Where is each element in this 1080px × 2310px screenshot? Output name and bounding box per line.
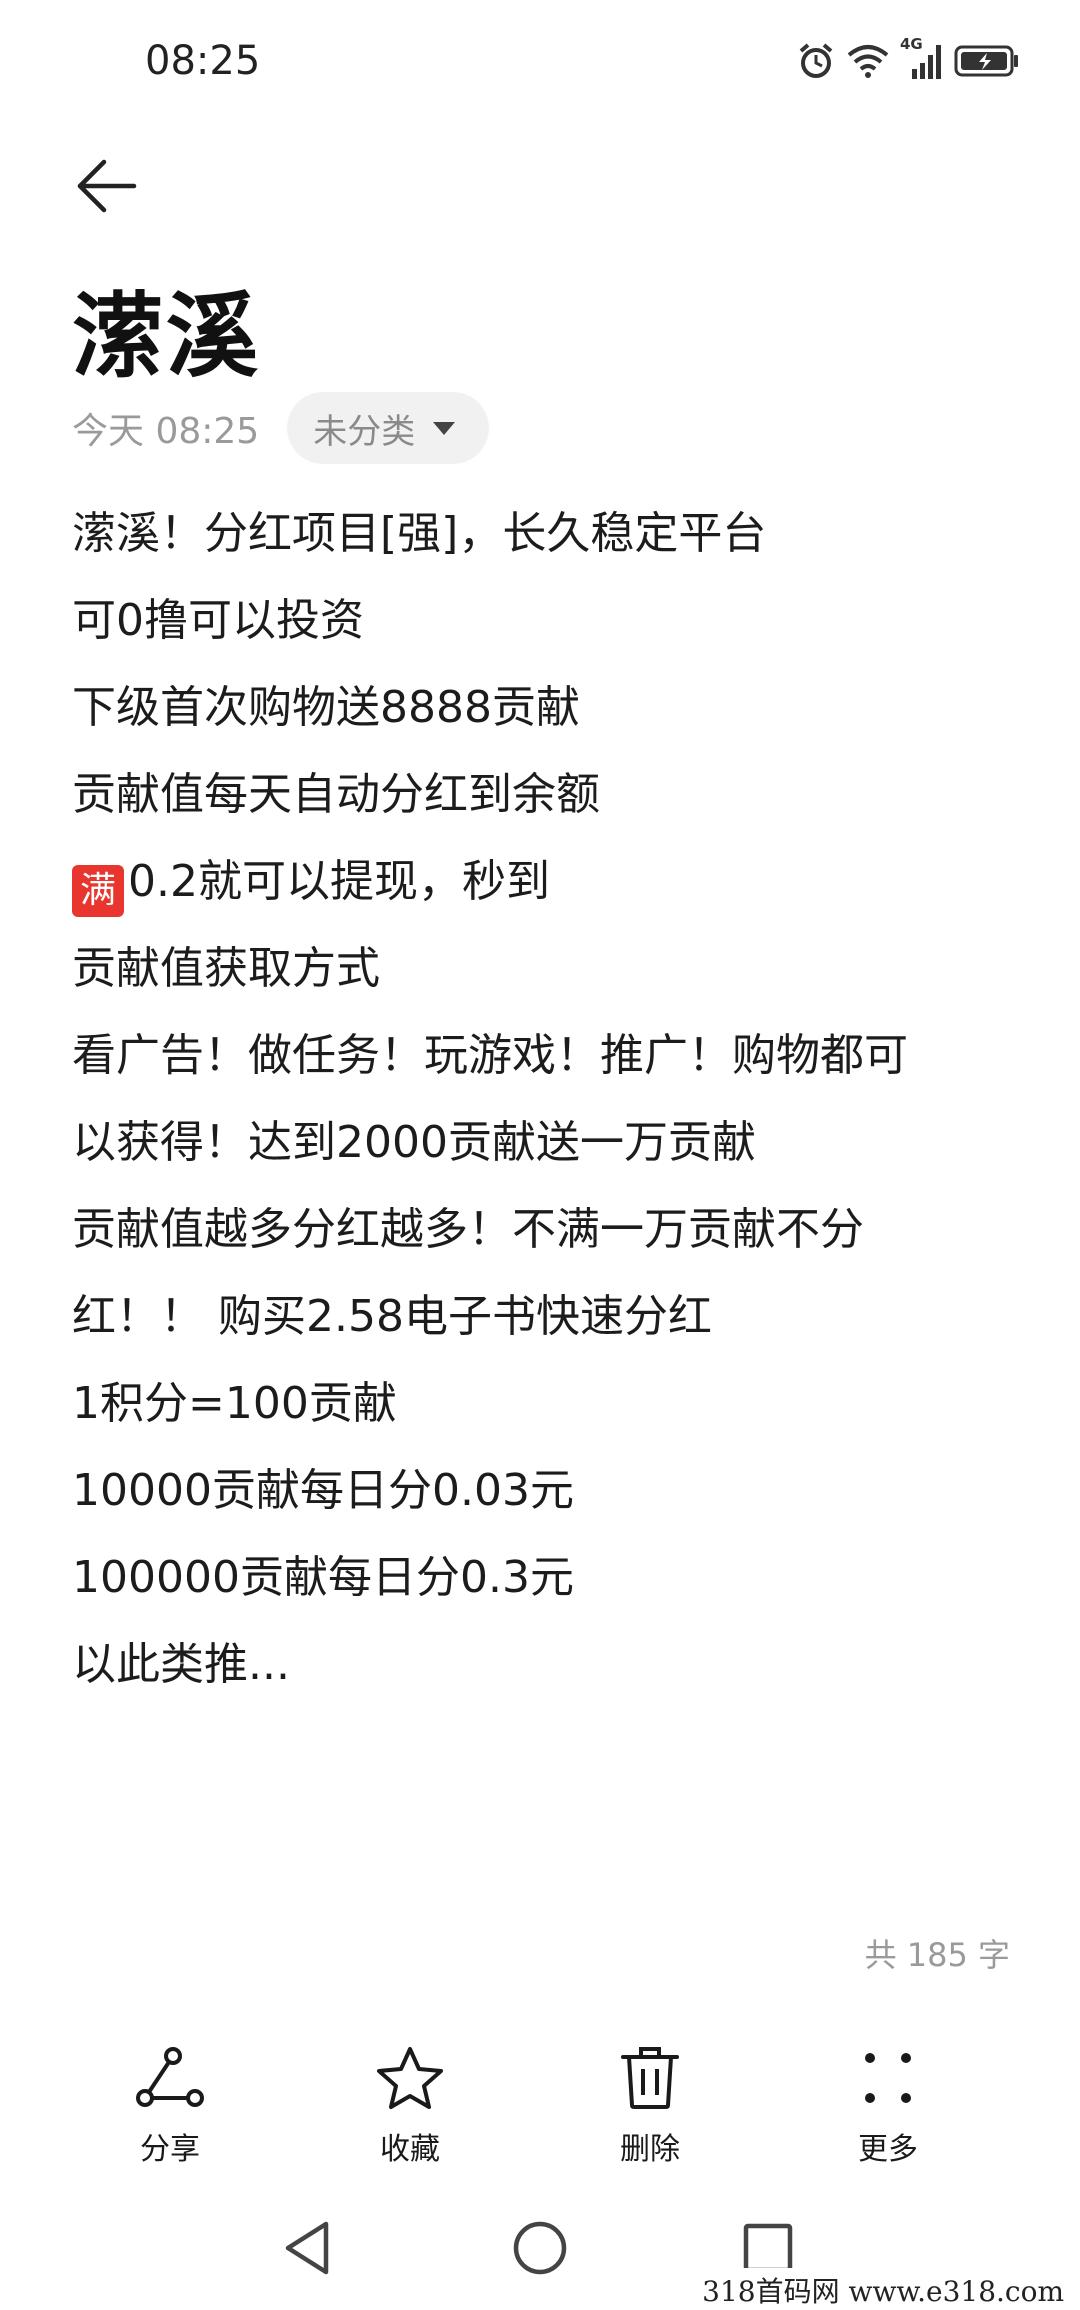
word-count: 共 185 字 xyxy=(864,1936,1010,1974)
watermark: 318首码网 www.e318.com xyxy=(696,2268,1070,2310)
nav-home-button[interactable] xyxy=(500,2210,580,2290)
full-emoji-badge: 满 xyxy=(72,865,124,917)
status-time: 08:25 xyxy=(145,38,261,84)
note-line: 潆溪！分红项目[强]，长久稳定平台 xyxy=(72,508,767,559)
share-icon xyxy=(135,2040,205,2116)
note-title[interactable]: 潆溪 xyxy=(72,262,260,395)
favorite-label: 收藏 xyxy=(380,2132,440,2167)
star-icon xyxy=(375,2040,445,2116)
share-label: 分享 xyxy=(140,2132,200,2167)
note-line: 下级首次购物送8888贡献 xyxy=(72,682,580,733)
note-date: 今天 08:25 xyxy=(72,411,260,452)
more-dots-icon xyxy=(858,2040,918,2116)
note-meta-row: 今天 08:25 未分类 xyxy=(72,392,490,464)
note-line: 红！！ 购买2.58电子书快速分红 xyxy=(72,1291,712,1342)
note-line: 贡献值获取方式 xyxy=(72,943,380,994)
back-button[interactable] xyxy=(66,148,146,228)
note-line: 10000贡献每日分0.03元 xyxy=(72,1465,574,1516)
note-line: 贡献值每天自动分红到余额 xyxy=(72,769,600,820)
notes-detail-screen: 08:25 4G 潆溪 今天 08:25 未分类 潆溪！分红项目[强]，长久稳定… xyxy=(0,0,1080,2310)
trash-icon xyxy=(619,2040,681,2116)
note-line: 可0撸可以投资 xyxy=(72,595,364,646)
note-line: 1积分=100贡献 xyxy=(72,1378,397,1429)
note-line: 以此类推... xyxy=(72,1639,290,1690)
bottom-toolbar: 分享 收藏 删除 更多 xyxy=(0,2040,1080,2190)
battery-charging-icon xyxy=(954,43,1020,79)
triangle-back-icon xyxy=(280,2218,336,2282)
category-label: 未分类 xyxy=(313,411,416,452)
category-dropdown[interactable]: 未分类 xyxy=(287,392,490,464)
note-line: 看广告！做任务！玩游戏！推广！购物都可 xyxy=(72,1030,908,1081)
delete-label: 删除 xyxy=(620,2132,680,2167)
note-body[interactable]: 潆溪！分红项目[强]，长久稳定平台 可0撸可以投资 下级首次购物送8888贡献 … xyxy=(72,490,1012,1708)
back-arrow-icon xyxy=(74,156,138,220)
more-button[interactable]: 更多 xyxy=(788,2040,988,2190)
note-line: 贡献值越多分红越多！不满一万贡献不分 xyxy=(72,1204,864,1255)
more-label: 更多 xyxy=(858,2132,918,2167)
network-type-label: 4G xyxy=(900,35,923,53)
note-line-with-emoji: 满 0.2就可以提现，秒到 xyxy=(72,838,1012,925)
circle-home-icon xyxy=(510,2218,570,2282)
delete-button[interactable]: 删除 xyxy=(550,2040,750,2190)
alarm-icon xyxy=(796,41,836,81)
status-bar: 08:25 4G xyxy=(0,0,1080,120)
note-line-text: 0.2就可以提现，秒到 xyxy=(128,856,550,907)
wifi-icon xyxy=(846,43,890,79)
status-icons: 4G xyxy=(796,35,1020,84)
note-line: 以获得！达到2000贡献送一万贡献 xyxy=(72,1117,756,1168)
share-button[interactable]: 分享 xyxy=(70,2040,270,2190)
cellular-signal-icon: 4G xyxy=(900,35,944,81)
note-line: 100000贡献每日分0.3元 xyxy=(72,1552,574,1603)
caret-down-icon xyxy=(433,421,456,435)
favorite-button[interactable]: 收藏 xyxy=(310,2040,510,2190)
nav-back-button[interactable] xyxy=(268,2210,348,2290)
